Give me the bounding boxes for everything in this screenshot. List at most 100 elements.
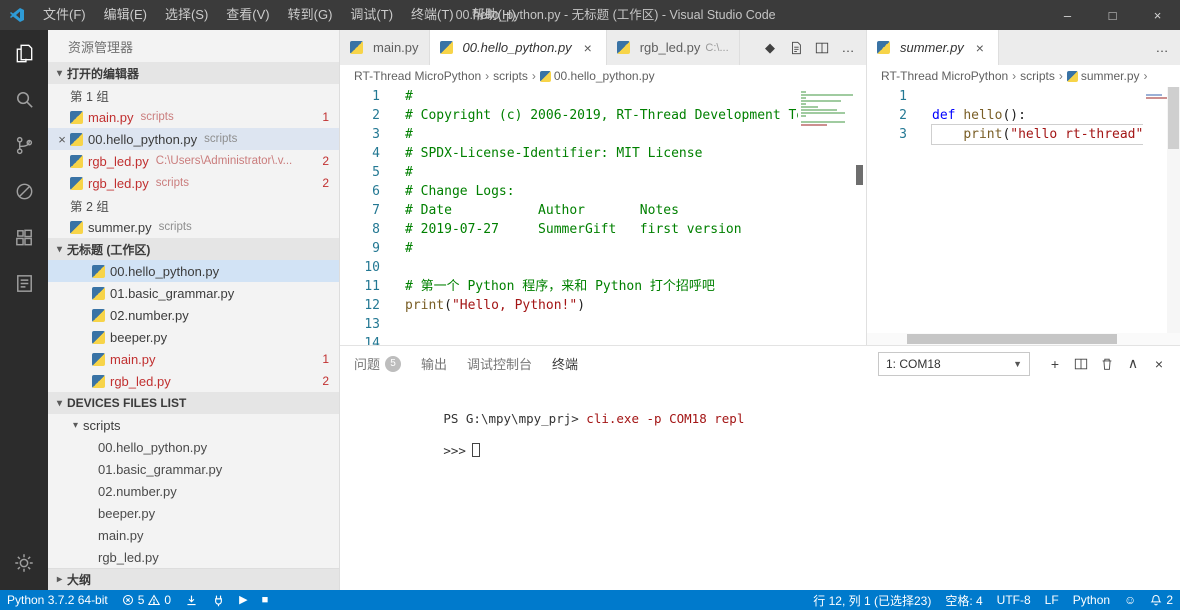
- device-file[interactable]: 02.number.py: [48, 480, 339, 502]
- settings-gear-icon[interactable]: [0, 540, 48, 586]
- split-editor-icon[interactable]: [810, 36, 834, 60]
- menu-debug[interactable]: 调试(T): [341, 0, 402, 30]
- open-editors-header[interactable]: ▾ 打开的编辑器: [48, 62, 339, 84]
- device-file[interactable]: 01.basic_grammar.py: [48, 458, 339, 480]
- breadcrumb-file[interactable]: 00.hello_python.py: [554, 69, 655, 83]
- encoding-status[interactable]: UTF-8: [990, 590, 1038, 610]
- menu-terminal[interactable]: 终端(T): [402, 0, 463, 30]
- horizontal-scrollbar[interactable]: [867, 333, 1180, 345]
- cursor-position-status[interactable]: 行 12, 列 1 (已选择23): [806, 590, 938, 610]
- code-line[interactable]: 11# 第一个 Python 程序，来和 Python 打个招呼吧: [340, 277, 866, 296]
- more-actions-icon[interactable]: …: [836, 36, 860, 60]
- tab-output[interactable]: 输出: [421, 346, 447, 381]
- menu-go[interactable]: 转到(G): [279, 0, 342, 30]
- file-beeper-py[interactable]: beeper.py: [48, 326, 339, 348]
- menu-selection[interactable]: 选择(S): [156, 0, 217, 30]
- eol-status[interactable]: LF: [1038, 590, 1066, 610]
- code-line[interactable]: 8# 2019-07-27 SummerGift first version: [340, 220, 866, 239]
- run-diamond-icon[interactable]: ◆: [758, 36, 782, 60]
- breadcrumb-workspace[interactable]: RT-Thread MicroPython: [354, 69, 481, 83]
- tab-main-py[interactable]: main.py: [340, 30, 430, 65]
- vertical-scrollbar[interactable]: [1167, 87, 1180, 345]
- scrollbar-thumb[interactable]: [907, 334, 1117, 344]
- debug-icon[interactable]: [0, 168, 48, 214]
- code-line[interactable]: 7# Date Author Notes: [340, 201, 866, 220]
- open-preview-icon[interactable]: [784, 36, 808, 60]
- device-folder-scripts[interactable]: ▾ scripts: [48, 414, 339, 436]
- explorer-icon[interactable]: [0, 30, 48, 76]
- device-file[interactable]: 00.hello_python.py: [48, 436, 339, 458]
- download-icon[interactable]: [178, 590, 205, 610]
- close-panel-icon[interactable]: ×: [1146, 351, 1172, 377]
- language-mode-status[interactable]: Python: [1066, 590, 1117, 610]
- run-icon[interactable]: ▶: [232, 590, 254, 610]
- new-terminal-icon[interactable]: +: [1042, 351, 1068, 377]
- code-line[interactable]: 14: [340, 334, 866, 345]
- search-icon[interactable]: [0, 76, 48, 122]
- device-file[interactable]: rgb_led.py: [48, 546, 339, 568]
- tab-rgb-led-py[interactable]: rgb_led.py C:\...: [607, 30, 740, 65]
- devices-files-header[interactable]: ▾ DEVICES FILES LIST: [48, 392, 339, 414]
- indentation-status[interactable]: 空格: 4: [938, 590, 989, 610]
- code-line[interactable]: 1: [867, 87, 1180, 106]
- open-editor-main-py[interactable]: main.py scripts 1: [48, 106, 339, 128]
- tab-00-hello-python-py[interactable]: 00.hello_python.py ×: [430, 30, 607, 65]
- breadcrumb-folder[interactable]: scripts: [1020, 69, 1055, 83]
- code-line[interactable]: 2# Copyright (c) 2006-2019, RT-Thread De…: [340, 106, 866, 125]
- code-line[interactable]: 10: [340, 258, 866, 277]
- breadcrumb-folder[interactable]: scripts: [493, 69, 528, 83]
- maximize-panel-icon[interactable]: ∧: [1120, 351, 1146, 377]
- python-interpreter-status[interactable]: Python 3.7.2 64-bit: [0, 590, 115, 610]
- terminal-output[interactable]: PS G:\mpy\mpy_prj> cli.exe -p COM18 repl…: [340, 381, 1180, 590]
- code-line[interactable]: 3#: [340, 125, 866, 144]
- workspace-section-header[interactable]: ▾ 无标题 (工作区): [48, 238, 339, 260]
- breadcrumb-workspace[interactable]: RT-Thread MicroPython: [881, 69, 1008, 83]
- menu-file[interactable]: 文件(F): [34, 0, 95, 30]
- file-01-basic-grammar-py[interactable]: 01.basic_grammar.py: [48, 282, 339, 304]
- menu-view[interactable]: 查看(V): [217, 0, 278, 30]
- device-file[interactable]: beeper.py: [48, 502, 339, 524]
- code-editor[interactable]: 1#2# Copyright (c) 2006-2019, RT-Thread …: [340, 87, 866, 345]
- tab-debug-console[interactable]: 调试控制台: [467, 346, 532, 381]
- code-editor[interactable]: 12def hello():3 print("hello rt-thread": [867, 87, 1180, 345]
- extensions-icon[interactable]: [0, 214, 48, 260]
- outline-section-header[interactable]: ▸ 大纲: [48, 568, 339, 590]
- code-line[interactable]: 4# SPDX-License-Identifier: MIT License: [340, 144, 866, 163]
- code-line[interactable]: 13: [340, 315, 866, 334]
- split-terminal-icon[interactable]: [1068, 351, 1094, 377]
- terminal-instance-select[interactable]: 1: COM18 ▼: [878, 352, 1030, 376]
- source-control-icon[interactable]: [0, 122, 48, 168]
- tab-summer-py[interactable]: summer.py ×: [867, 30, 999, 65]
- file-02-number-py[interactable]: 02.number.py: [48, 304, 339, 326]
- connect-device-icon[interactable]: [205, 590, 232, 610]
- micropython-extension-icon[interactable]: [0, 260, 48, 306]
- feedback-smiley-icon[interactable]: ☺: [1117, 590, 1143, 610]
- minimap[interactable]: [798, 87, 866, 345]
- scrollbar-thumb[interactable]: [1168, 87, 1179, 149]
- breadcrumb-file[interactable]: summer.py: [1081, 69, 1140, 83]
- close-button[interactable]: ×: [1135, 0, 1180, 30]
- notifications-bell[interactable]: 2: [1143, 590, 1180, 610]
- open-editor-00-hello-python-py[interactable]: × 00.hello_python.py scripts: [48, 128, 339, 150]
- tab-problems[interactable]: 问题 5: [354, 346, 401, 381]
- file-main-py[interactable]: main.py 1: [48, 348, 339, 370]
- menu-edit[interactable]: 编辑(E): [95, 0, 156, 30]
- file-00-hello-python-py[interactable]: 00.hello_python.py: [48, 260, 339, 282]
- open-editor-rgb-led-py-scripts[interactable]: rgb_led.py scripts 2: [48, 172, 339, 194]
- minimap[interactable]: [1143, 87, 1167, 345]
- minimize-button[interactable]: –: [1045, 0, 1090, 30]
- code-line[interactable]: 6# Change Logs:: [340, 182, 866, 201]
- kill-terminal-icon[interactable]: [1094, 351, 1120, 377]
- close-icon[interactable]: ×: [972, 40, 988, 56]
- code-line[interactable]: 9#: [340, 239, 866, 258]
- code-line[interactable]: 3 print("hello rt-thread": [867, 125, 1180, 144]
- code-line[interactable]: 1#: [340, 87, 866, 106]
- tab-terminal[interactable]: 终端: [552, 346, 578, 381]
- maximize-button[interactable]: □: [1090, 0, 1135, 30]
- device-file[interactable]: main.py: [48, 524, 339, 546]
- close-icon[interactable]: ×: [580, 40, 596, 56]
- code-line[interactable]: 5#: [340, 163, 866, 182]
- code-line[interactable]: 12print("Hello, Python!"): [340, 296, 866, 315]
- open-editor-summer-py[interactable]: summer.py scripts: [48, 216, 339, 238]
- code-line[interactable]: 2def hello():: [867, 106, 1180, 125]
